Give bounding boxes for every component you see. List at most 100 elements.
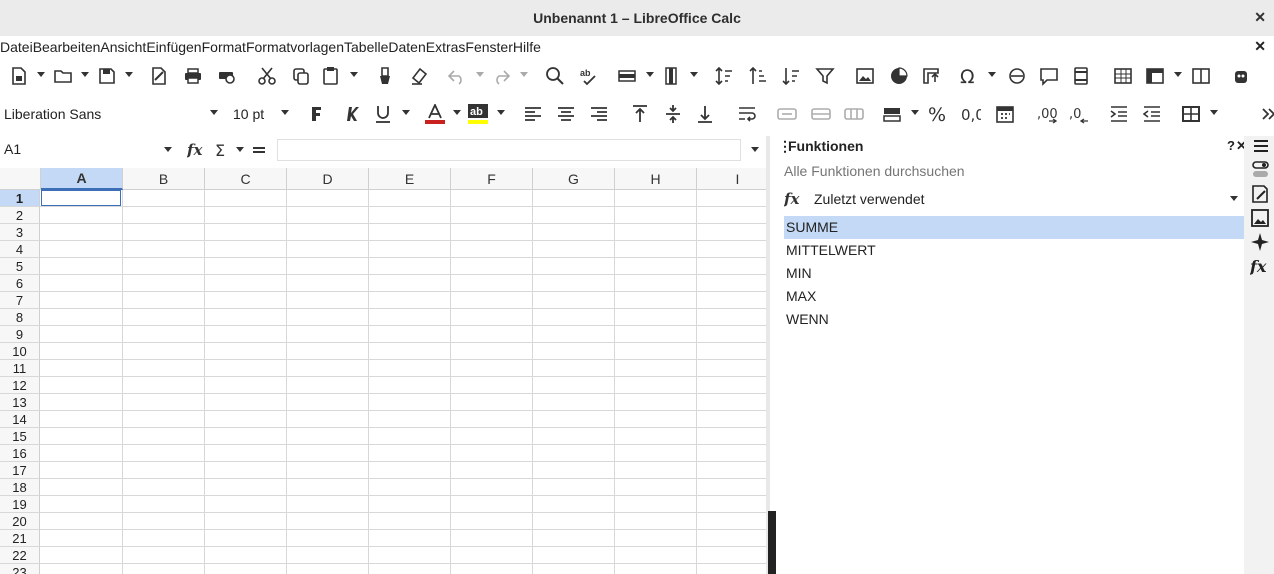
highlight-color-icon[interactable]: ab	[467, 103, 489, 125]
sum-icon[interactable]: Σ	[212, 139, 234, 161]
insert-image-icon[interactable]	[854, 65, 876, 87]
freeze-dropdown-icon[interactable]	[1174, 72, 1182, 77]
new-document-icon[interactable]	[8, 65, 30, 87]
row-header-17[interactable]: 17	[0, 462, 40, 479]
special-character-dropdown-icon[interactable]	[988, 72, 996, 77]
percent-format-icon[interactable]: %	[927, 103, 949, 125]
menu-formatvorlagen[interactable]: Formatvorlagen	[246, 39, 344, 55]
row-header-20[interactable]: 20	[0, 513, 40, 530]
spreadsheet-grid[interactable]: A B C D E F G H I 1 2 3 4 5 6 7 8 9 10 1…	[0, 168, 766, 574]
add-decimal-icon[interactable]: ,00	[1036, 103, 1058, 125]
formula-icon[interactable]	[248, 139, 270, 161]
menu-daten[interactable]: Daten	[388, 39, 425, 55]
row-header-10[interactable]: 10	[0, 343, 40, 360]
sum-dropdown-icon[interactable]	[236, 147, 244, 152]
undo-dropdown-icon[interactable]	[476, 72, 484, 77]
borders-icon[interactable]	[1180, 103, 1202, 125]
column-header-f[interactable]: F	[451, 168, 533, 190]
decrease-indent-icon[interactable]	[1141, 103, 1163, 125]
pivot-table-icon[interactable]	[920, 65, 942, 87]
align-center-icon[interactable]	[555, 103, 577, 125]
function-list[interactable]: SUMME MITTELWERT MIN MAX WENN	[784, 216, 1244, 574]
row-header-9[interactable]: 9	[0, 326, 40, 343]
column-header-h[interactable]: H	[615, 168, 697, 190]
print-icon[interactable]	[182, 65, 204, 87]
row-header-12[interactable]: 12	[0, 377, 40, 394]
list-item[interactable]: MITTELWERT	[784, 239, 1244, 262]
align-center-vertical-icon[interactable]	[662, 103, 684, 125]
align-top-icon[interactable]	[629, 103, 651, 125]
comment-icon[interactable]	[1038, 65, 1060, 87]
menu-hilfe[interactable]: Hilfe	[513, 39, 541, 55]
font-color-dropdown-icon[interactable]	[453, 110, 461, 115]
sort-descending-icon[interactable]	[780, 65, 802, 87]
column-header-c[interactable]: C	[205, 168, 287, 190]
active-cell-a1[interactable]	[41, 190, 121, 206]
menu-ansicht[interactable]: Ansicht	[100, 39, 146, 55]
column-header-a[interactable]: A	[41, 168, 123, 190]
document-close-button[interactable]: ✕	[1254, 38, 1266, 55]
row-header-7[interactable]: 7	[0, 292, 40, 309]
sort-ascending-icon[interactable]	[747, 65, 769, 87]
row-header-6[interactable]: 6	[0, 275, 40, 292]
headers-footers-icon[interactable]	[1070, 65, 1092, 87]
function-wizard-icon[interactable]: fx	[186, 139, 208, 161]
menu-einfuegen[interactable]: Einfügen	[146, 39, 201, 55]
functions-icon[interactable]: fx	[1249, 256, 1270, 276]
export-pdf-icon[interactable]	[148, 65, 170, 87]
column-icon[interactable]	[660, 65, 682, 87]
row-header-4[interactable]: 4	[0, 241, 40, 258]
list-item[interactable]: MAX	[784, 285, 1244, 308]
row-header-2[interactable]: 2	[0, 207, 40, 224]
clear-formatting-icon[interactable]	[408, 65, 430, 87]
sort-icon[interactable]	[713, 65, 735, 87]
help-icon[interactable]: ?	[1227, 138, 1235, 153]
row-header-23[interactable]: 23	[0, 564, 40, 574]
column-header-b[interactable]: B	[123, 168, 205, 190]
autofilter-icon[interactable]	[814, 65, 836, 87]
print-preview-icon[interactable]	[216, 65, 238, 87]
highlight-dropdown-icon[interactable]	[497, 110, 505, 115]
copy-icon[interactable]	[290, 65, 312, 87]
spelling-icon[interactable]: ab	[578, 65, 600, 87]
number-format-icon[interactable]: 0,0	[960, 103, 982, 125]
column-dropdown-icon[interactable]	[690, 72, 698, 77]
row-header-11[interactable]: 11	[0, 360, 40, 377]
expand-formula-bar-icon[interactable]	[751, 147, 759, 152]
properties-icon[interactable]	[1250, 160, 1270, 180]
unmerge-cells-icon[interactable]	[843, 103, 865, 125]
list-item[interactable]: MIN	[784, 262, 1244, 285]
row-header-3[interactable]: 3	[0, 224, 40, 241]
paste-dropdown-icon[interactable]	[350, 72, 358, 77]
paste-icon[interactable]	[320, 65, 342, 87]
font-name-box[interactable]: Liberation Sans	[4, 103, 224, 125]
menu-bearbeiten[interactable]: Bearbeiten	[33, 39, 101, 55]
name-box-dropdown-icon[interactable]	[164, 147, 172, 152]
name-box[interactable]: A1	[4, 141, 21, 157]
function-search-input[interactable]	[784, 163, 1224, 179]
special-character-icon[interactable]: Ω	[958, 65, 980, 87]
gallery-icon[interactable]	[1250, 208, 1270, 228]
row-dropdown-icon[interactable]	[646, 72, 654, 77]
new-dropdown-icon[interactable]	[37, 72, 45, 77]
row-header-13[interactable]: 13	[0, 394, 40, 411]
merge-cells-icon[interactable]	[776, 103, 798, 125]
underline-dropdown-icon[interactable]	[402, 110, 410, 115]
row-header-19[interactable]: 19	[0, 496, 40, 513]
increase-indent-icon[interactable]	[1108, 103, 1130, 125]
open-folder-icon[interactable]	[52, 65, 74, 87]
menu-format[interactable]: Format	[202, 39, 246, 55]
navigator-icon[interactable]	[1250, 232, 1270, 252]
currency-dropdown-icon[interactable]	[911, 110, 919, 115]
row-header-15[interactable]: 15	[0, 428, 40, 445]
borders-dropdown-icon[interactable]	[1210, 110, 1218, 115]
redo-dropdown-icon[interactable]	[520, 72, 528, 77]
freeze-rows-columns-icon[interactable]	[1144, 65, 1166, 87]
formula-input[interactable]	[277, 139, 741, 161]
select-all-corner[interactable]	[0, 168, 41, 190]
sidebar-collapse-handle[interactable]	[768, 511, 776, 574]
column-header-d[interactable]: D	[287, 168, 369, 190]
italic-icon[interactable]	[340, 103, 362, 125]
font-color-icon[interactable]	[424, 103, 446, 125]
define-print-area-icon[interactable]	[1112, 65, 1134, 87]
